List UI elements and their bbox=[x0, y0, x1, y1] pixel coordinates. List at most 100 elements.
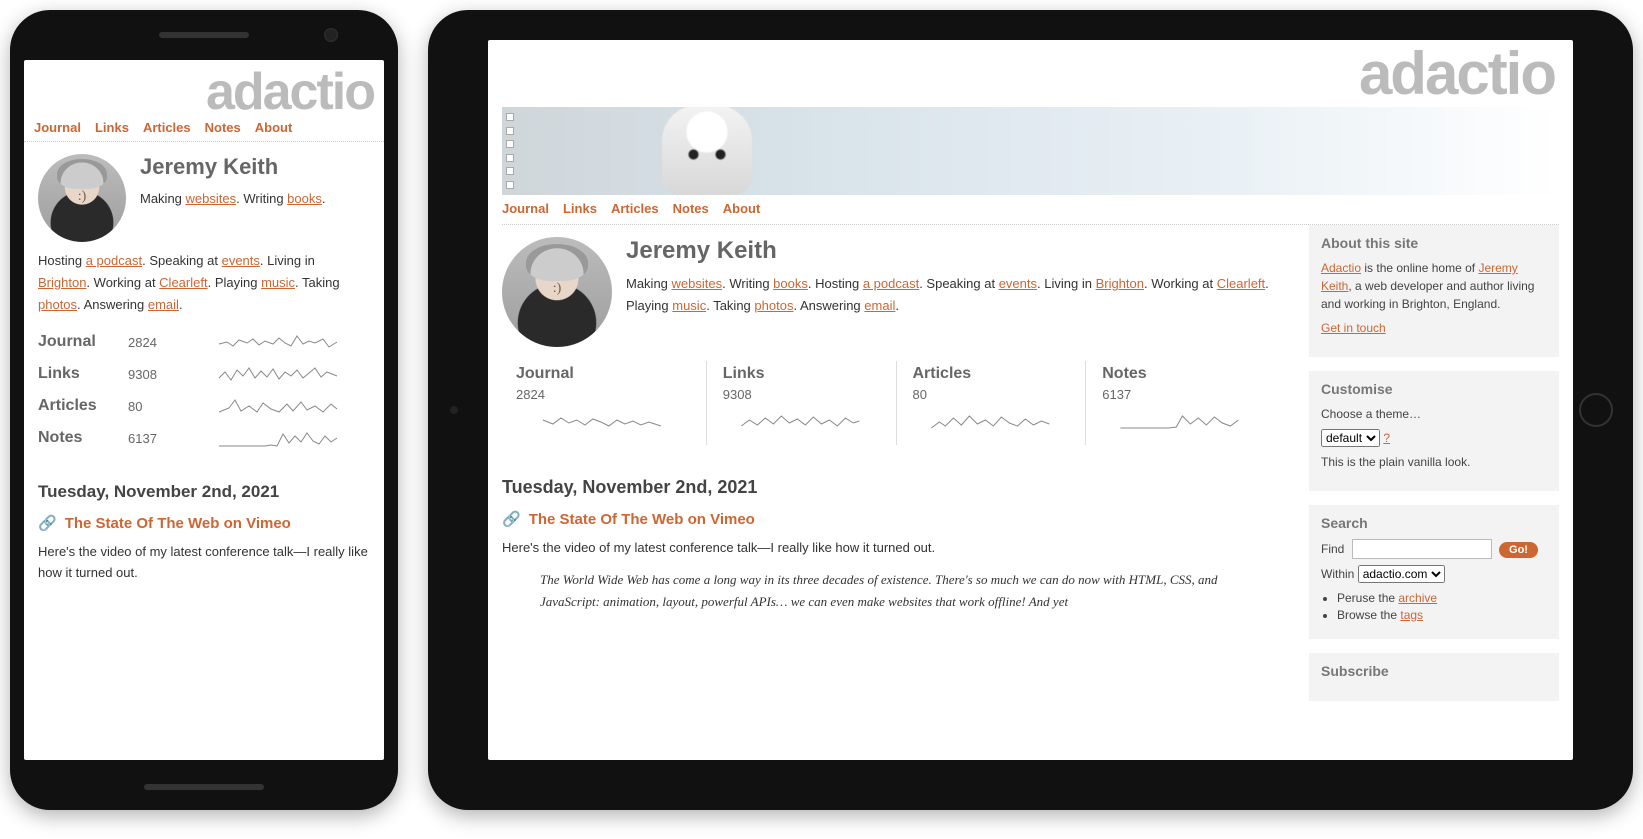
tablet-frame: adactio Journal Links Articles Notes Abo… bbox=[428, 10, 1633, 810]
sidebar-customise: Customise Choose a theme… default ? This… bbox=[1309, 371, 1559, 491]
stat-value-articles: 80 bbox=[128, 399, 188, 414]
bio-link-podcast[interactable]: a podcast bbox=[863, 276, 919, 291]
author-bio-cont: Hosting a podcast Speaking at events Liv… bbox=[24, 250, 384, 324]
sidebar-about-heading: About this site bbox=[1321, 235, 1547, 251]
bio-link-photos[interactable]: photos bbox=[754, 298, 793, 313]
tablet-home-button[interactable] bbox=[1579, 393, 1613, 427]
sidebar-search: Search Find Go! Within adactio.com Perus… bbox=[1309, 505, 1559, 639]
bio-link-books[interactable]: books bbox=[287, 191, 322, 206]
sparkline-articles bbox=[913, 408, 1070, 432]
stat-label-journal[interactable]: Journal bbox=[38, 333, 128, 351]
nav-articles[interactable]: Articles bbox=[143, 120, 191, 135]
customise-note: This is the plain vanilla look. bbox=[1321, 453, 1547, 471]
bio-link-books[interactable]: books bbox=[773, 276, 808, 291]
phone-screen: adactio Journal Links Articles Notes Abo… bbox=[24, 60, 384, 760]
stat-value-journal: 2824 bbox=[516, 387, 690, 402]
main-nav: Journal Links Articles Notes About bbox=[502, 195, 1559, 225]
stat-label-notes[interactable]: Notes bbox=[1102, 365, 1259, 383]
search-within-label: Within bbox=[1321, 567, 1354, 581]
search-archive-link[interactable]: archive bbox=[1398, 591, 1437, 605]
permalink-icon[interactable]: 🔗 bbox=[502, 510, 521, 528]
nav-notes[interactable]: Notes bbox=[205, 120, 241, 135]
site-logo[interactable]: adactio bbox=[24, 60, 384, 114]
search-tags-item: Browse the tags bbox=[1337, 608, 1547, 622]
stat-value-links: 9308 bbox=[128, 367, 188, 382]
stat-value-links: 9308 bbox=[723, 387, 880, 402]
nav-articles[interactable]: Articles bbox=[611, 201, 659, 216]
author-avatar[interactable] bbox=[38, 154, 126, 242]
nav-links[interactable]: Links bbox=[563, 201, 597, 216]
nav-journal[interactable]: Journal bbox=[34, 120, 81, 135]
stat-label-articles[interactable]: Articles bbox=[913, 365, 1070, 383]
stat-label-links[interactable]: Links bbox=[38, 365, 128, 383]
bio-link-email[interactable]: email bbox=[864, 298, 895, 313]
bio-link-events[interactable]: events bbox=[222, 253, 260, 268]
about-link-contact[interactable]: Get in touch bbox=[1321, 321, 1386, 335]
sidebar-search-heading: Search bbox=[1321, 515, 1547, 531]
header-image bbox=[662, 107, 752, 195]
bio-link-music[interactable]: music bbox=[261, 275, 295, 290]
post-excerpt: Here's the video of my latest conference… bbox=[502, 538, 1275, 559]
stat-label-notes[interactable]: Notes bbox=[38, 429, 128, 447]
bio-link-photos[interactable]: photos bbox=[38, 297, 77, 312]
bio-link-music[interactable]: music bbox=[672, 298, 706, 313]
search-tags-link[interactable]: tags bbox=[1400, 608, 1423, 622]
author-name: Jeremy Keith bbox=[140, 154, 326, 180]
stat-value-articles: 80 bbox=[913, 387, 1070, 402]
theme-select[interactable]: default bbox=[1321, 429, 1380, 447]
author-name: Jeremy Keith bbox=[626, 237, 1289, 265]
nav-about[interactable]: About bbox=[255, 120, 293, 135]
author-bio: Making websites Writing books bbox=[140, 188, 326, 210]
customise-label: Choose a theme… bbox=[1321, 405, 1547, 423]
search-find-label: Find bbox=[1321, 542, 1344, 556]
tablet-screen: adactio Journal Links Articles Notes Abo… bbox=[488, 40, 1573, 760]
bio-link-brighton[interactable]: Brighton bbox=[38, 275, 86, 290]
search-input[interactable] bbox=[1352, 539, 1492, 559]
sparkline-journal bbox=[516, 408, 690, 432]
nav-about[interactable]: About bbox=[723, 201, 761, 216]
author-avatar[interactable] bbox=[502, 237, 612, 347]
author-bio: Making websites Writing books Hosting a … bbox=[626, 273, 1289, 317]
stat-value-notes: 6137 bbox=[1102, 387, 1259, 402]
stat-value-notes: 6137 bbox=[128, 431, 188, 446]
permalink-icon[interactable]: 🔗 bbox=[38, 514, 57, 532]
post-date: Tuesday, November 2nd, 2021 bbox=[38, 482, 370, 502]
sparkline-notes bbox=[188, 426, 370, 450]
sparkline-links bbox=[188, 362, 370, 386]
sparkline-notes bbox=[1102, 408, 1259, 432]
customise-help-link[interactable]: ? bbox=[1383, 431, 1390, 445]
site-logo[interactable]: adactio bbox=[488, 40, 1573, 99]
stat-label-links[interactable]: Links bbox=[723, 365, 880, 383]
bio-link-websites[interactable]: websites bbox=[186, 191, 237, 206]
post-extended: The World Wide Web has come a long way i… bbox=[540, 569, 1275, 613]
sidebar: About this site Adactio is the online ho… bbox=[1309, 225, 1559, 715]
post-excerpt: Here's the video of my latest conference… bbox=[38, 542, 370, 584]
sidebar-subscribe: Subscribe bbox=[1309, 653, 1559, 701]
bio-link-clearleft[interactable]: Clearleft bbox=[159, 275, 207, 290]
sidebar-subscribe-heading: Subscribe bbox=[1321, 663, 1547, 679]
bio-link-podcast[interactable]: a podcast bbox=[86, 253, 142, 268]
stat-label-articles[interactable]: Articles bbox=[38, 397, 128, 415]
search-go-button[interactable]: Go! bbox=[1499, 542, 1538, 558]
sparkline-journal bbox=[188, 330, 370, 354]
bio-link-clearleft[interactable]: Clearleft bbox=[1217, 276, 1265, 291]
search-within-select[interactable]: adactio.com bbox=[1358, 565, 1445, 583]
sparkline-articles bbox=[188, 394, 370, 418]
nav-journal[interactable]: Journal bbox=[502, 201, 549, 216]
about-link-adactio[interactable]: Adactio bbox=[1321, 261, 1361, 275]
bio-link-brighton[interactable]: Brighton bbox=[1096, 276, 1144, 291]
sparkline-links bbox=[723, 408, 880, 432]
header-banner bbox=[502, 107, 1559, 195]
stat-label-journal[interactable]: Journal bbox=[516, 365, 690, 383]
stats-grid: Journal 2824 Links 9308 Articles 80 bbox=[502, 355, 1289, 455]
nav-links[interactable]: Links bbox=[95, 120, 129, 135]
nav-notes[interactable]: Notes bbox=[673, 201, 709, 216]
post-title[interactable]: 🔗 The State Of The Web on Vimeo bbox=[38, 514, 370, 532]
post-date: Tuesday, November 2nd, 2021 bbox=[502, 477, 1275, 498]
bio-link-events[interactable]: events bbox=[999, 276, 1037, 291]
bio-link-websites[interactable]: websites bbox=[672, 276, 723, 291]
post-title[interactable]: 🔗 The State Of The Web on Vimeo bbox=[502, 510, 1275, 528]
bio-link-email[interactable]: email bbox=[148, 297, 179, 312]
sidebar-about: About this site Adactio is the online ho… bbox=[1309, 225, 1559, 357]
search-archive-item: Peruse the archive bbox=[1337, 591, 1547, 605]
